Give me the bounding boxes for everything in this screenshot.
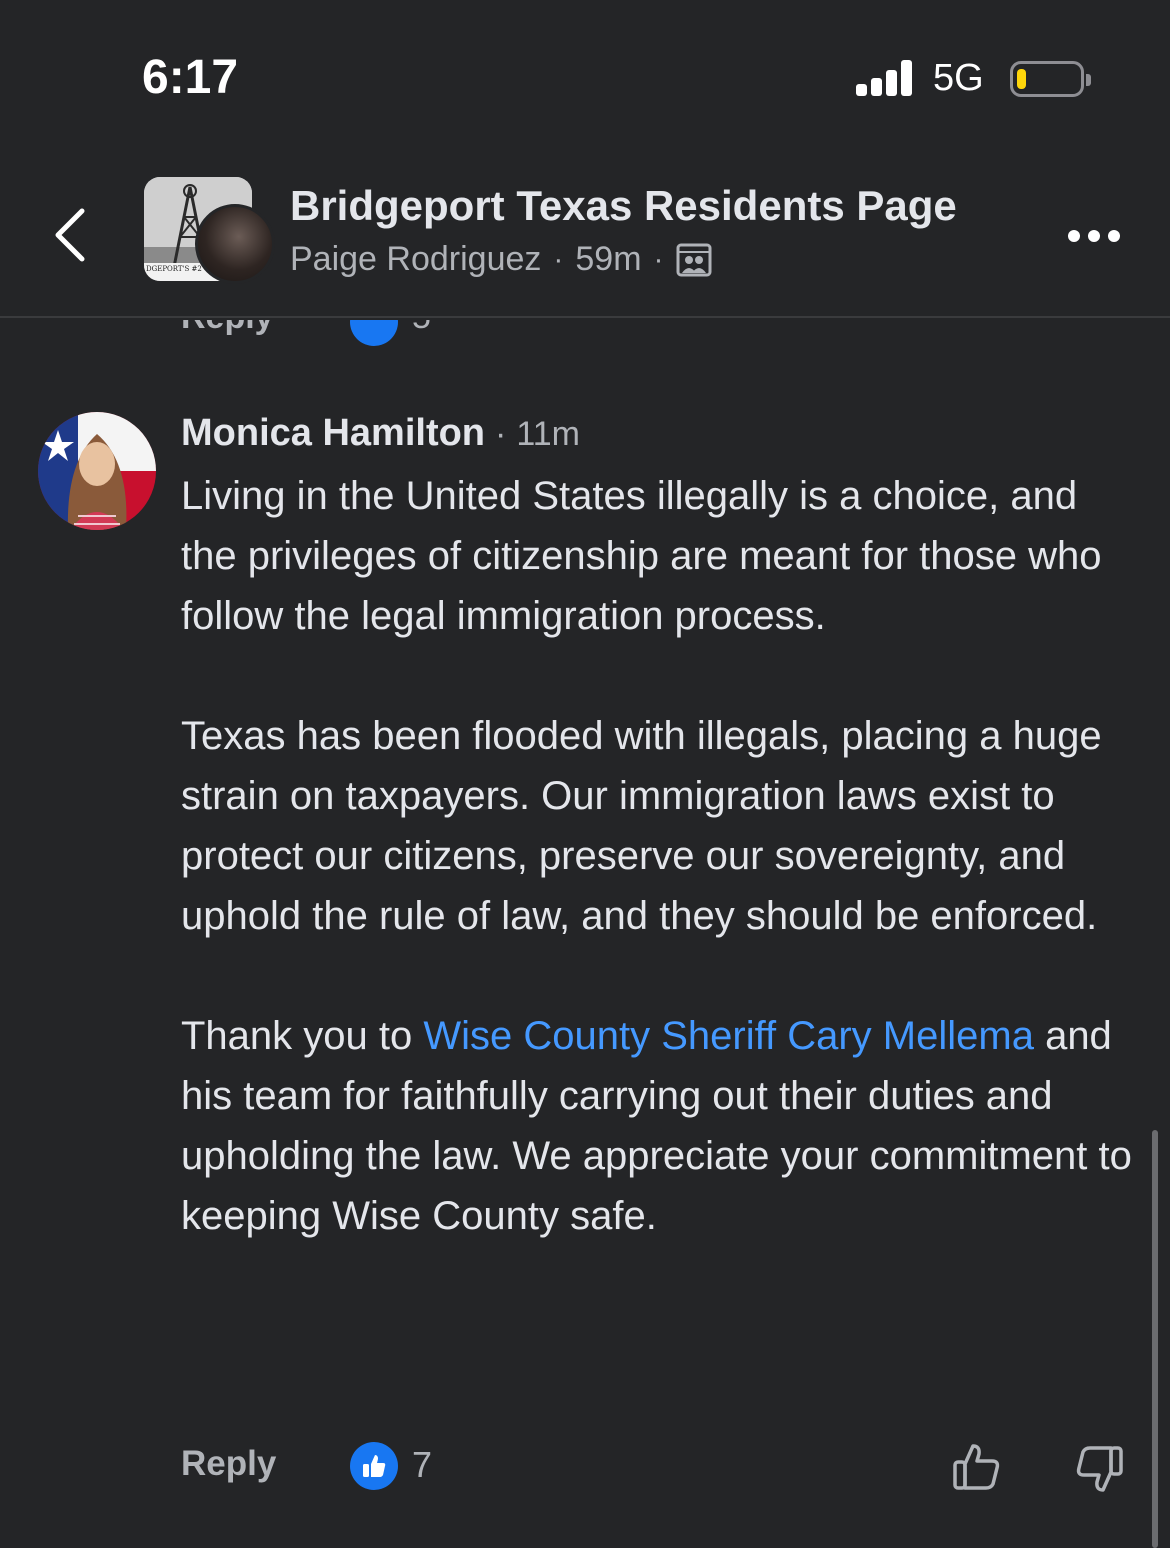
back-chevron-icon[interactable] — [48, 205, 98, 265]
comment-body: Living in the United States illegally is… — [181, 466, 1141, 1246]
like-count[interactable]: 7 — [412, 1444, 432, 1486]
battery-icon — [1010, 61, 1091, 97]
commenter-photo — [38, 412, 156, 530]
like-badge-icon — [350, 320, 398, 346]
post-meta: Paige Rodriguez · 59m · — [290, 240, 712, 279]
thumbs-up-icon[interactable] — [950, 1440, 1004, 1494]
comment-separator: · — [495, 415, 507, 453]
poster-name[interactable]: Paige Rodriguez — [290, 240, 541, 279]
previous-comment-actions: Reply 5 — [0, 320, 1170, 348]
comment-age: 11m — [516, 415, 580, 453]
thumbs-up-icon[interactable] — [954, 320, 1000, 340]
group-privacy-icon — [676, 243, 712, 276]
signal-icon — [856, 60, 914, 96]
group-name[interactable]: Bridgeport Texas Residents Page — [290, 182, 957, 230]
battery-level — [1017, 69, 1026, 89]
thumbs-down-icon[interactable] — [1074, 320, 1120, 340]
like-badge-icon — [350, 1442, 398, 1490]
poster-avatar[interactable] — [195, 204, 275, 284]
status-time: 6:17 — [142, 51, 239, 104]
more-options-icon[interactable] — [1068, 230, 1120, 242]
like-count[interactable]: 5 — [412, 320, 431, 337]
paragraph-text: Thank you to — [181, 1014, 424, 1058]
thumbs-up-glyph — [363, 1455, 386, 1477]
status-bar: 6:17 5G — [0, 0, 1170, 150]
mention-link[interactable]: Wise County Sheriff Cary Mellema — [423, 1014, 1034, 1058]
comment-header: Monica Hamilton · 11m — [181, 412, 580, 455]
scrollbar[interactable] — [1152, 1130, 1158, 1548]
comment-paragraph: Texas has been flooded with illegals, pl… — [181, 714, 1102, 938]
network-type: 5G — [933, 57, 984, 99]
thumbs-down-icon[interactable] — [1072, 1442, 1126, 1496]
reply-button[interactable]: Reply — [181, 320, 274, 337]
comment-paragraph: Thank you to Wise County Sheriff Cary Me… — [181, 1006, 1141, 1246]
meta-separator: · — [653, 242, 664, 276]
comment-paragraph: Living in the United States illegally is… — [181, 474, 1102, 638]
post-header: DGEPORT'S #2 CO Bridgeport Texas Residen… — [0, 150, 1170, 318]
commenter-avatar[interactable] — [38, 412, 156, 530]
reply-button[interactable]: Reply — [181, 1444, 276, 1484]
comment-actions: Reply 7 — [0, 1440, 1170, 1500]
post-age: 59m — [575, 240, 642, 278]
comment-author[interactable]: Monica Hamilton — [181, 412, 485, 455]
meta-separator: · — [553, 242, 564, 276]
